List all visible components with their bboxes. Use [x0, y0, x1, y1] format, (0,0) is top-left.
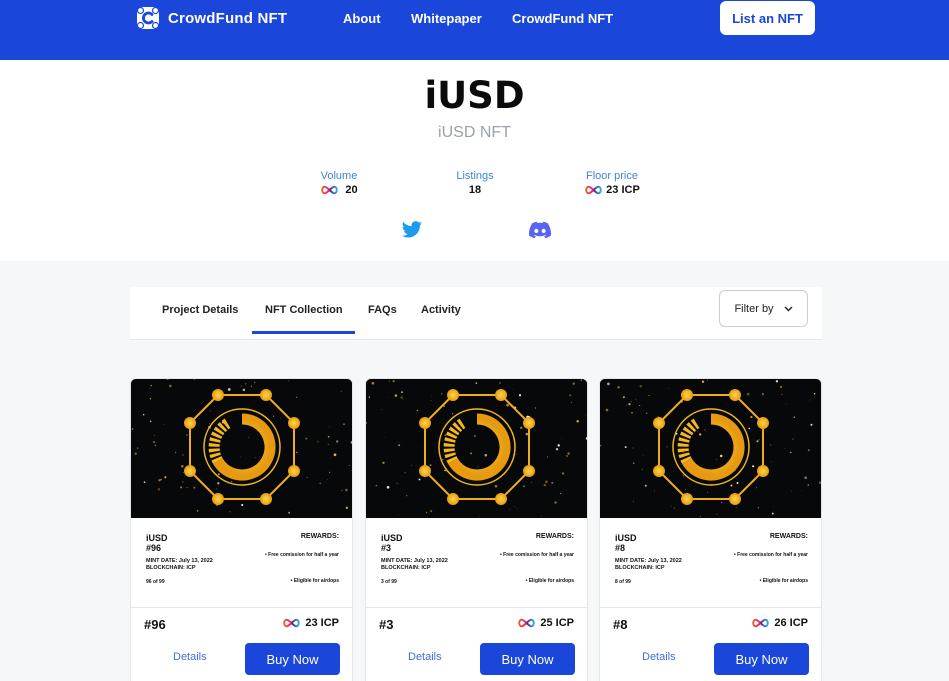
reward-item: • Free comission for half a year [734, 552, 808, 558]
nft-certificate: iUSD #3 MINT DATE: July 13, 2022 BLOCKCH… [366, 518, 587, 608]
price-value: 26 ICP [774, 617, 808, 629]
collection-subtitle: iUSD NFT [438, 124, 511, 141]
icp-infinity-icon [518, 618, 536, 628]
tab-project-details[interactable]: Project Details [162, 304, 238, 316]
buy-now-button[interactable]: Buy Now [245, 643, 340, 675]
reward-item: • Eligible for airdops [290, 578, 339, 584]
divider [366, 607, 587, 608]
top-navbar: CrowdFund NFT About Whitepaper CrowdFund… [0, 0, 949, 60]
reward-item: • Eligible for airdops [759, 578, 808, 584]
icp-infinity-icon [585, 185, 602, 195]
iusd-emblem-icon [131, 379, 352, 518]
edition: 96 of 99 [146, 579, 165, 585]
iusd-emblem-icon [600, 379, 821, 518]
list-nft-button[interactable]: List an NFT [720, 1, 815, 35]
nft-card[interactable]: iUSD #96 MINT DATE: July 13, 2022 BLOCKC… [130, 378, 353, 681]
nft-number: #3 [379, 617, 394, 632]
iusd-emblem-icon [366, 379, 587, 518]
tab-nft-collection[interactable]: NFT Collection [265, 304, 343, 316]
divider [131, 607, 352, 608]
stat-listings: Listings 18 [415, 170, 535, 196]
icp-infinity-icon [283, 618, 301, 628]
price-value: 23 ICP [305, 617, 339, 629]
stat-label: Listings [456, 170, 494, 182]
blockchain: BLOCKCHAIN: ICP [146, 565, 196, 571]
buy-now-button[interactable]: Buy Now [480, 643, 575, 675]
blockchain: BLOCKCHAIN: ICP [615, 565, 665, 571]
buy-now-button[interactable]: Buy Now [714, 643, 809, 675]
reward-item: • Free comission for half a year [500, 552, 574, 558]
cert-number: #3 [381, 543, 392, 553]
brand-name: CrowdFund NFT [168, 9, 288, 27]
edition: 3 of 99 [381, 579, 397, 585]
stat-value: 18 [468, 184, 482, 196]
cert-title: iUSD [381, 533, 403, 543]
nft-price: 25 ICP [517, 617, 574, 629]
icp-infinity-icon [321, 185, 339, 195]
mint-date: MINT DATE: July 13, 2022 [615, 558, 682, 564]
twitter-icon[interactable] [401, 221, 423, 239]
cert-number: #8 [615, 543, 626, 553]
discord-icon[interactable] [529, 221, 551, 239]
details-link[interactable]: Details [642, 651, 676, 663]
edition: 8 of 99 [615, 579, 631, 585]
nav-link-whitepaper[interactable]: Whitepaper [411, 11, 482, 26]
filter-label: Filter by [734, 302, 774, 315]
active-tab-indicator [252, 331, 355, 334]
collection-header: iUSD iUSD NFT Volume 20 Listings 18 Floo… [0, 60, 949, 261]
stat-floor-price: Floor price 23 ICP [552, 170, 672, 196]
nft-image[interactable] [600, 379, 821, 518]
cert-title: iUSD [146, 533, 168, 543]
nft-number: #8 [613, 617, 628, 632]
nav-link-about[interactable]: About [343, 11, 381, 26]
stat-label: Volume [320, 170, 358, 182]
details-link[interactable]: Details [173, 651, 207, 663]
collection-tabs: Project Details NFT Collection FAQs Acti… [130, 287, 822, 340]
stat-label: Floor price [586, 170, 638, 182]
nav-link-crowdfund-nft[interactable]: CrowdFund NFT [512, 11, 613, 26]
nft-image[interactable] [131, 379, 352, 518]
icp-infinity-icon [752, 618, 770, 628]
cert-title: iUSD [615, 533, 637, 543]
blockchain: BLOCKCHAIN: ICP [381, 565, 431, 571]
crowdfund-logo-icon [136, 6, 160, 30]
stat-volume: Volume 20 [279, 170, 399, 196]
brand[interactable]: CrowdFund NFT [136, 5, 287, 31]
rewards-title: REWARDS: [300, 533, 339, 540]
rewards-title: REWARDS: [535, 533, 574, 540]
price-value: 25 ICP [540, 617, 574, 629]
cert-number: #96 [146, 543, 162, 553]
mint-date: MINT DATE: July 13, 2022 [381, 558, 448, 564]
reward-item: • Free comission for half a year [265, 552, 339, 558]
rewards-title: REWARDS: [769, 533, 808, 540]
nft-image[interactable] [366, 379, 587, 518]
mint-date: MINT DATE: July 13, 2022 [146, 558, 213, 564]
nft-price: 26 ICP [751, 617, 808, 629]
tab-faqs[interactable]: FAQs [368, 304, 397, 316]
chevron-down-icon [784, 306, 793, 311]
nft-card[interactable]: iUSD #3 MINT DATE: July 13, 2022 BLOCKCH… [365, 378, 588, 681]
stat-value: 23 ICP [606, 184, 640, 196]
stat-value: 20 [345, 184, 358, 196]
filter-dropdown[interactable]: Filter by [719, 290, 808, 327]
nft-number: #96 [144, 617, 166, 632]
nft-certificate: iUSD #8 MINT DATE: July 13, 2022 BLOCKCH… [600, 518, 821, 608]
nft-price: 23 ICP [282, 617, 339, 629]
nft-card[interactable]: iUSD #8 MINT DATE: July 13, 2022 BLOCKCH… [599, 378, 822, 681]
nft-certificate: iUSD #96 MINT DATE: July 13, 2022 BLOCKC… [131, 518, 352, 608]
tab-activity[interactable]: Activity [421, 304, 461, 316]
reward-item: • Eligible for airdops [525, 578, 574, 584]
collection-title: iUSD [424, 74, 525, 117]
details-link[interactable]: Details [408, 651, 442, 663]
divider [600, 607, 821, 608]
